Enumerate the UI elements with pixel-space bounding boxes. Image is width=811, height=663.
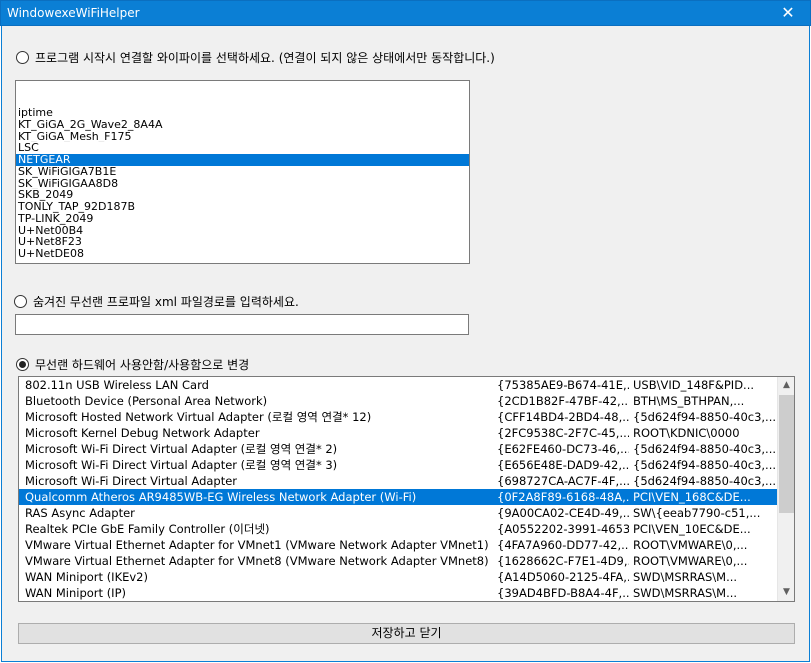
- adapter-device-id: ROOT\VMWARE\0,...: [633, 538, 748, 552]
- adapter-name: Realtek PCIe GbE Family Controller (이더넷): [25, 522, 270, 536]
- xml-path-input[interactable]: [15, 314, 469, 335]
- adapter-row[interactable]: Qualcomm Atheros AR9485WB-EG Wireless Ne…: [19, 489, 778, 505]
- scroll-up-icon[interactable]: ▲: [778, 377, 794, 394]
- adapter-scrollbar[interactable]: ▲ ▼: [777, 377, 794, 601]
- adapter-name: Microsoft Wi-Fi Direct Virtual Adapter (…: [25, 442, 338, 456]
- adapter-guid: {75385AE9-B674-41E,...: [497, 378, 629, 392]
- adapter-guid: {A14D5060-2125-4FA,...: [497, 570, 629, 584]
- adapter-row[interactable]: WAN Miniport (IP) {39AD4BFD-B8A4-4F,... SW…: [19, 585, 778, 601]
- adapter-row[interactable]: Microsoft Wi-Fi Direct Virtual Adapter {6…: [19, 473, 778, 489]
- adapter-guid: {E62FE460-DC73-46,...: [497, 442, 629, 456]
- adapter-row[interactable]: 802.11n USB Wireless LAN Card {75385AE9-B…: [19, 377, 778, 393]
- adapter-guid: {1628662C-F7E1-4D9,...: [497, 554, 629, 568]
- adapter-row[interactable]: WAN Miniport (IKEv2) {A14D5060-2125-4FA,.…: [19, 569, 778, 585]
- wifi-list-item[interactable]: TONLY_TAP_92D187B: [16, 201, 469, 213]
- adapter-name: Microsoft Wi-Fi Direct Virtual Adapter (…: [25, 458, 338, 472]
- adapter-row[interactable]: VMware Virtual Ethernet Adapter for VMne…: [19, 553, 778, 569]
- wifi-list-item[interactable]: TP-LINK_2049: [16, 213, 469, 225]
- startup-wifi-label: 프로그램 시작시 연결할 와이파이를 선택하세요. (연결이 되지 않은 상태에…: [35, 51, 495, 65]
- adapter-guid: {4FA7A960-DD77-42,...: [497, 538, 629, 552]
- title-bar: WindowexeWiFiHelper ✕: [0, 0, 811, 26]
- hardware-toggle-option[interactable]: 무선랜 하드웨어 사용안함/사용함으로 변경: [16, 356, 249, 373]
- adapter-row[interactable]: Microsoft Kernel Debug Network Adapter {2…: [19, 425, 778, 441]
- adapter-name: WAN Miniport (IKEv2): [25, 570, 148, 584]
- adapter-guid: {A0552202-3991-4653,...: [497, 522, 629, 536]
- adapter-guid: {698727CA-AC7F-4F,...: [497, 474, 629, 488]
- save-close-button[interactable]: 저장하고 닫기: [18, 623, 795, 644]
- wifi-list-item[interactable]: U+NetDE08: [16, 248, 469, 260]
- adapter-guid: {39AD4BFD-B8A4-4F,...: [497, 586, 629, 600]
- adapter-device-id: {5d624f94-8850-40c3,...: [633, 442, 777, 456]
- wifi-list-item[interactable]: SKB_2049: [16, 189, 469, 201]
- hidden-profile-radio[interactable]: [14, 295, 27, 308]
- adapter-guid: {0F2A8F89-6168-48A,...: [497, 490, 629, 504]
- adapter-row[interactable]: Microsoft Wi-Fi Direct Virtual Adapter (…: [19, 457, 778, 473]
- adapter-device-id: ROOT\KDNIC\0000: [633, 426, 740, 440]
- adapter-row[interactable]: Realtek PCIe GbE Family Controller (이더넷)…: [19, 521, 778, 537]
- scroll-thumb[interactable]: [779, 395, 794, 513]
- wifi-list-item[interactable]: U+Net8F23: [16, 236, 469, 248]
- adapter-name: 802.11n USB Wireless LAN Card: [25, 378, 209, 392]
- adapter-device-id: BTH\MS_BTHPAN,...: [633, 394, 745, 408]
- close-icon[interactable]: ✕: [766, 1, 810, 26]
- adapter-name: Qualcomm Atheros AR9485WB-EG Wireless Ne…: [25, 490, 417, 504]
- adapter-name: Bluetooth Device (Personal Area Network): [25, 394, 268, 408]
- adapter-device-id: USB\VID_148F&PID...: [633, 378, 755, 392]
- adapter-name: VMware Virtual Ethernet Adapter for VMne…: [25, 538, 489, 552]
- wifi-list-item[interactable]: U+Net00B4: [16, 225, 469, 237]
- startup-wifi-radio[interactable]: [16, 51, 29, 64]
- adapter-guid: {E656E48E-DAD9-42,...: [497, 458, 629, 472]
- wifi-list-item[interactable]: iptime: [16, 107, 469, 119]
- wifi-list-item[interactable]: KT_GiGA_2G_Wave2_8A4A: [16, 119, 469, 131]
- adapter-device-id: SWD\MSRRAS\M...: [633, 570, 738, 584]
- startup-wifi-option[interactable]: 프로그램 시작시 연결할 와이파이를 선택하세요. (연결이 되지 않은 상태에…: [16, 49, 495, 66]
- adapter-guid: {CFF14BD4-2BD4-48,...: [497, 410, 629, 424]
- adapter-device-id: PCI\VEN_168C&DE...: [633, 490, 751, 504]
- scroll-down-icon[interactable]: ▼: [778, 584, 794, 601]
- adapter-device-id: {5d624f94-8850-40c3,...: [633, 458, 777, 472]
- adapter-rows: 802.11n USB Wireless LAN Card {75385AE9-B…: [19, 377, 778, 601]
- wifi-list-item[interactable]: SK_WiFiGIGAA8D8: [16, 178, 469, 190]
- window-title: WindowexeWiFiHelper: [7, 6, 140, 20]
- adapter-device-id: {5d624f94-8850-40c3,...: [633, 410, 777, 424]
- hidden-profile-label: 숨겨진 무선랜 프로파일 xml 파일경로를 입력하세요.: [33, 295, 299, 309]
- hidden-profile-option[interactable]: 숨겨진 무선랜 프로파일 xml 파일경로를 입력하세요.: [14, 293, 299, 310]
- hardware-toggle-label: 무선랜 하드웨어 사용안함/사용함으로 변경: [35, 358, 250, 372]
- adapter-row[interactable]: RAS Async Adapter {9A00CA02-CE4D-49,... SW…: [19, 505, 778, 521]
- wifi-list-item[interactable]: KT_GiGA_Mesh_F175: [16, 131, 469, 143]
- adapter-name: Microsoft Kernel Debug Network Adapter: [25, 426, 260, 440]
- adapter-name: Microsoft Wi-Fi Direct Virtual Adapter: [25, 474, 238, 488]
- adapter-name: WAN Miniport (IP): [25, 586, 126, 600]
- wifi-list-item[interactable]: NETGEAR: [16, 154, 469, 166]
- adapter-device-id: SWD\MSRRAS\M...: [633, 586, 738, 600]
- adapter-device-id: ROOT\VMWARE\0,...: [633, 554, 748, 568]
- wifi-listbox[interactable]: iptime KT_GiGA_2G_Wave2_8A4A KT_GiGA_Mesh_…: [15, 80, 470, 264]
- adapter-device-id: PCI\VEN_10EC&DE...: [633, 522, 751, 536]
- adapter-name: RAS Async Adapter: [25, 506, 135, 520]
- wifi-list-item[interactable]: SK_WiFiGIGA7B1E: [16, 166, 469, 178]
- adapter-device-id: {5d624f94-8850-40c3,...: [633, 474, 777, 488]
- adapter-row[interactable]: Microsoft Wi-Fi Direct Virtual Adapter (…: [19, 441, 778, 457]
- adapter-listview[interactable]: 802.11n USB Wireless LAN Card {75385AE9-B…: [18, 376, 795, 602]
- wifi-list-item[interactable]: LSC: [16, 142, 469, 154]
- adapter-guid: {2FC9538C-2F7C-45,...: [497, 426, 629, 440]
- adapter-row[interactable]: Microsoft Hosted Network Virtual Adapter…: [19, 409, 778, 425]
- adapter-row[interactable]: VMware Virtual Ethernet Adapter for VMne…: [19, 537, 778, 553]
- client-area: 프로그램 시작시 연결할 와이파이를 선택하세요. (연결이 되지 않은 상태에…: [1, 26, 810, 662]
- adapter-device-id: SW\{eeab7790-c51,...: [633, 506, 761, 520]
- hardware-toggle-radio[interactable]: [16, 358, 29, 371]
- adapter-name: VMware Virtual Ethernet Adapter for VMne…: [25, 554, 489, 568]
- adapter-name: Microsoft Hosted Network Virtual Adapter…: [25, 410, 372, 424]
- adapter-guid: {9A00CA02-CE4D-49,...: [497, 506, 629, 520]
- adapter-row[interactable]: Bluetooth Device (Personal Area Network)…: [19, 393, 778, 409]
- adapter-guid: {2CD1B82F-47BF-42,...: [497, 394, 629, 408]
